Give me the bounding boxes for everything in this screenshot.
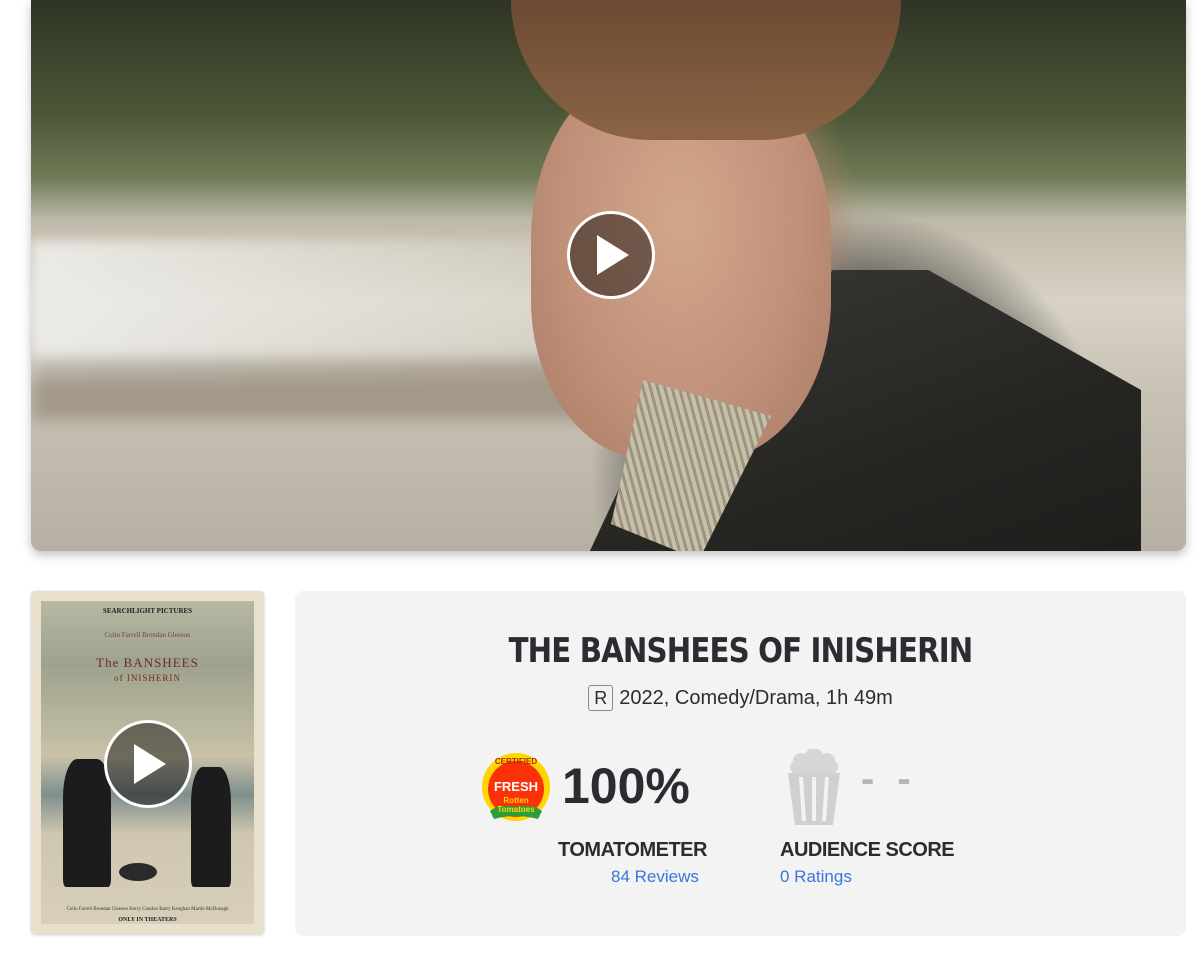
poster-studio: SEARCHLIGHT PICTURES: [102, 607, 193, 615]
popcorn-empty-icon: [788, 749, 840, 825]
audience-score-label: AUDIENCE SCORE: [780, 839, 955, 861]
movie-details: 2022, Comedy/Drama, 1h 49m: [619, 687, 893, 709]
badge-tomatoes-text: Tomatoes: [497, 805, 535, 814]
play-icon: [597, 235, 629, 275]
movie-poster[interactable]: SEARCHLIGHT PICTURES Colin Farrell Brend…: [31, 591, 264, 934]
poster-title-line1: The BANSHEES: [96, 655, 199, 670]
hero-play-button[interactable]: [567, 211, 655, 299]
certified-fresh-icon: CERTIFIED FRESH Rotten Tomatoes: [482, 753, 550, 821]
badge-fresh-text: FRESH: [494, 779, 538, 794]
tomatometer-label: TOMATOMETER: [558, 839, 707, 861]
score-panel: THE BANSHEES OF INISHERIN R 2022, Comedy/…: [295, 591, 1186, 936]
mpaa-rating-badge: R: [588, 685, 614, 711]
audience-score: - -: [861, 757, 917, 801]
tomatometer-score: 100%: [562, 758, 690, 814]
audience-score-block[interactable]: - - AUDIENCE SCORE 0 Ratings: [775, 749, 1015, 889]
badge-certified-text: CERTIFIED: [495, 757, 537, 766]
poster-title-line2: of INISHERIN: [114, 673, 181, 683]
hero-video-thumbnail[interactable]: [31, 0, 1186, 551]
badge-rotten-text: Rotten: [503, 796, 528, 805]
tomatometer-block[interactable]: CERTIFIED FRESH Rotten Tomatoes 100% TOM…: [480, 749, 710, 889]
poster-credits: Colin Farrell Brendan Gleeson Kerry Cond…: [66, 907, 229, 912]
poster-figure-right: [191, 767, 231, 887]
poster-figure-left: [63, 759, 111, 887]
poster-cast: Colin Farrell Brendan Gleeson: [104, 631, 191, 639]
poster-footer: ONLY IN THEATERS: [118, 917, 177, 923]
tomatometer-reviews-link[interactable]: 84 Reviews: [611, 867, 699, 887]
poster-dog: [119, 863, 157, 881]
movie-title: THE BANSHEES OF INISHERIN: [508, 631, 974, 671]
movie-meta: R 2022, Comedy/Drama, 1h 49m: [295, 685, 1186, 711]
audience-ratings-link[interactable]: 0 Ratings: [780, 867, 852, 887]
play-icon: [134, 744, 166, 784]
poster-play-button[interactable]: [104, 720, 192, 808]
